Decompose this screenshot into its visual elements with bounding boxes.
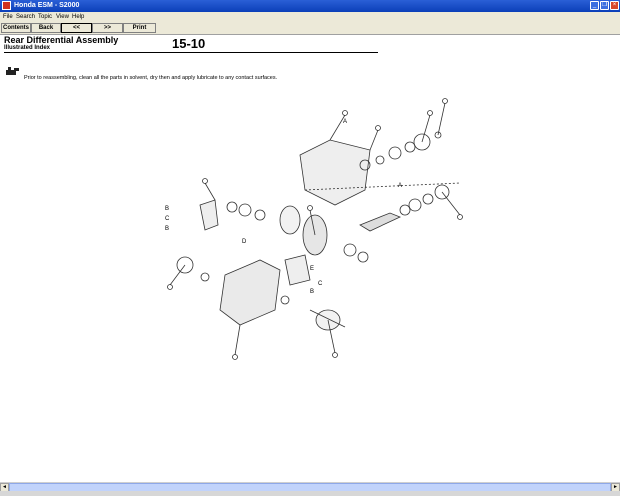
- mount-bracket: [199, 199, 219, 231]
- ring-part: [226, 201, 238, 213]
- minimize-button[interactable]: _: [590, 1, 599, 10]
- ring-part: [399, 204, 411, 216]
- heading-divider: [4, 52, 378, 53]
- mount-bracket-right: [284, 254, 311, 286]
- shim-part: [254, 209, 266, 221]
- print-button[interactable]: Print: [123, 23, 156, 33]
- ring-part: [404, 141, 416, 153]
- section-title: Rear Differential Assembly: [4, 35, 119, 45]
- page-number: 15-10: [172, 36, 206, 51]
- ring-part: [375, 155, 385, 165]
- restore-button[interactable]: ❐: [600, 1, 609, 10]
- tool-icon: [6, 67, 19, 75]
- label-c: C: [165, 216, 170, 222]
- upper-housing: [299, 139, 371, 206]
- bearing-part: [343, 243, 357, 257]
- label-c: C: [318, 281, 323, 287]
- bearing-part: [408, 198, 422, 212]
- seal-part: [200, 272, 210, 282]
- close-button[interactable]: ×: [610, 1, 619, 10]
- next-button[interactable]: >>: [92, 23, 123, 33]
- prev-button[interactable]: <<: [61, 23, 92, 33]
- label-b: B: [165, 206, 169, 212]
- exploded-diagram: A A B C B D E B C: [165, 98, 463, 360]
- label-b: B: [310, 289, 314, 295]
- section-subtitle: Illustrated Index: [4, 45, 51, 51]
- window-title: Honda ESM - S2000: [14, 2, 80, 9]
- instruction-text: Prior to reassembling, clean all the par…: [24, 75, 278, 81]
- label-d: D: [242, 239, 247, 245]
- menu-view[interactable]: View: [56, 12, 69, 22]
- pinion-shaft: [359, 212, 402, 232]
- menu-help[interactable]: Help: [72, 12, 84, 22]
- toolbar: Contents Back << >> Print: [0, 22, 620, 35]
- label-a: A: [343, 119, 347, 125]
- bearing-part: [388, 146, 402, 160]
- title-bar[interactable]: Honda ESM - S2000 _ ❐ ×: [0, 0, 620, 12]
- lower-housing: [219, 259, 281, 326]
- menu-file[interactable]: File: [3, 12, 13, 22]
- label-a: A: [398, 183, 402, 189]
- contents-button[interactable]: Contents: [1, 23, 31, 33]
- status-strip: [0, 491, 620, 496]
- app-icon: [2, 1, 11, 10]
- differential-carrier: [279, 205, 301, 235]
- label-e: E: [310, 266, 314, 272]
- seal-part: [280, 295, 290, 305]
- collar-part: [422, 193, 434, 205]
- back-button[interactable]: Back: [31, 23, 61, 33]
- menu-topic[interactable]: Topic: [38, 12, 52, 22]
- ring-part: [357, 251, 369, 263]
- label-b: B: [165, 226, 169, 232]
- bearing-part: [238, 203, 252, 217]
- menu-search[interactable]: Search: [16, 12, 35, 22]
